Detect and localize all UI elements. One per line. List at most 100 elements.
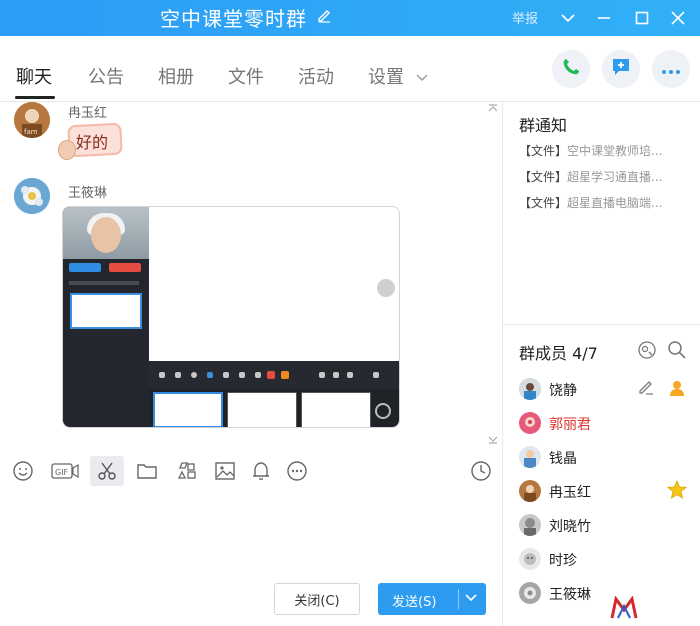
shot-tool [319,372,325,378]
avatar-sender-2[interactable] [14,178,50,214]
report-button[interactable]: 举报 [512,8,538,27]
member-item[interactable]: 刘晓竹 [519,510,695,540]
gif-icon[interactable]: GIF [50,458,80,484]
svg-text:GIF: GIF [55,468,69,477]
member-avatar [519,412,541,434]
emoji-icon[interactable] [10,458,36,484]
tab-settings[interactable]: 设置 [368,63,404,89]
more-button[interactable] [652,50,690,88]
member-item[interactable]: 时珍 [519,544,695,574]
member-item[interactable]: 冉玉红 [519,476,695,506]
notice-title: 群通知 [519,116,568,135]
title-bar: 空中课堂零时群 举报 [0,0,700,36]
shapes-icon[interactable] [174,458,200,484]
more-options-icon[interactable] [284,458,310,484]
shot-sidebar [63,207,149,427]
shot-slide-thumb [70,293,142,329]
member-name: 冉玉红 [549,485,591,501]
member-avatar [519,378,541,400]
shot-face [91,217,121,253]
active-tab-indicator [15,96,55,99]
notice-item[interactable]: 【文件】超星直播电脑端... [519,194,695,211]
phone-icon [561,57,581,81]
svg-text:fam: fam [24,128,38,136]
shot-red-button [109,263,141,272]
shot-next-icon [377,279,395,297]
close-button[interactable]: 关闭(C) [274,583,360,615]
shot-toolbar [149,361,399,389]
member-name: 饶静 [549,383,577,399]
close-window-button[interactable] [664,4,692,32]
notice-item[interactable]: 【文件】空中课堂教师培... [519,142,695,159]
scroll-down-icon[interactable] [488,434,498,446]
folder-icon[interactable] [134,458,160,484]
sticker-message[interactable]: 好的 [58,122,124,164]
tab-album[interactable]: 相册 [158,63,194,89]
call-button[interactable] [552,50,590,88]
shot-whiteboard [149,207,399,361]
screenshot-image-message[interactable] [62,206,400,428]
settings-chevron-icon[interactable] [416,68,428,87]
notice-item[interactable]: 【文件】超星学习通直播... [519,168,695,185]
shot-thumbnail [227,392,297,427]
member-avatar [519,480,541,502]
member-item[interactable]: 饶静 [519,374,695,404]
panel-divider [503,324,700,325]
member-item[interactable]: 王筱琳 [519,578,695,608]
history-clock-icon[interactable] [468,458,494,484]
member-avatar [519,514,541,536]
send-options-chevron-icon[interactable] [464,592,478,608]
search-icon[interactable] [667,340,687,360]
sticker-face-icon [58,140,76,160]
notice-prefix: 【文件】 [519,144,568,158]
message-input[interactable] [0,500,502,578]
shot-tool [373,372,379,378]
shot-thumbnail [301,392,371,427]
tab-chat[interactable]: 聊天 [16,63,52,89]
member-manage-icon[interactable] [637,340,657,360]
shot-tool [159,372,165,378]
chevron-down-icon[interactable] [554,4,582,32]
group-chat-window: 空中课堂零时群 举报 聊天 公告 相册 文件 活动 设置 fam 冉玉红 好的 … [0,0,700,626]
shot-zoom-icon [375,403,391,419]
send-button[interactable]: 发送(S) [378,583,486,615]
member-name: 刘晓竹 [549,519,591,535]
input-toolbar: GIF [0,446,502,500]
send-separator [458,589,459,609]
watermark-logo-icon [610,595,638,620]
notice-prefix: 【文件】 [519,196,568,210]
edit-pencil-icon[interactable] [637,378,657,398]
tab-files[interactable]: 文件 [228,63,264,89]
chat-add-icon [610,56,632,82]
shot-thumbnail [153,392,223,427]
notice-text: 超星直播电脑端... [567,196,663,210]
shot-tool-red [267,371,275,379]
member-name: 王筱琳 [549,587,591,603]
minimize-button[interactable] [590,4,618,32]
member-avatar [519,446,541,468]
avatar-sender-1[interactable]: fam [14,102,50,138]
shot-tool [207,372,213,378]
member-item[interactable]: 钱晶 [519,442,695,472]
shot-tool [223,372,229,378]
chat-messages[interactable]: fam 冉玉红 好的 王筱琳 [0,102,502,446]
shot-tool [239,372,245,378]
edit-title-icon[interactable] [316,7,332,23]
sender-name: 冉玉红 [68,106,108,121]
new-message-button[interactable] [602,50,640,88]
screenshot-scissors-icon[interactable] [90,456,124,486]
members-title: 群成员 4/7 [519,344,598,363]
member-avatar [519,582,541,604]
shot-tool [347,372,353,378]
scroll-up-icon[interactable] [488,102,498,115]
tab-activity[interactable]: 活动 [298,63,334,89]
shot-thumbnail-strip [149,389,399,427]
shot-tool [255,372,261,378]
member-item[interactable]: 郭丽君 [519,408,695,438]
notice-text: 空中课堂教师培... [567,144,663,158]
maximize-button[interactable] [628,4,656,32]
image-icon[interactable] [212,458,238,484]
right-panel: 群通知 【文件】空中课堂教师培... 【文件】超星学习通直播... 【文件】超星… [502,102,700,626]
tab-announcement[interactable]: 公告 [88,63,124,89]
bell-icon[interactable] [248,458,274,484]
